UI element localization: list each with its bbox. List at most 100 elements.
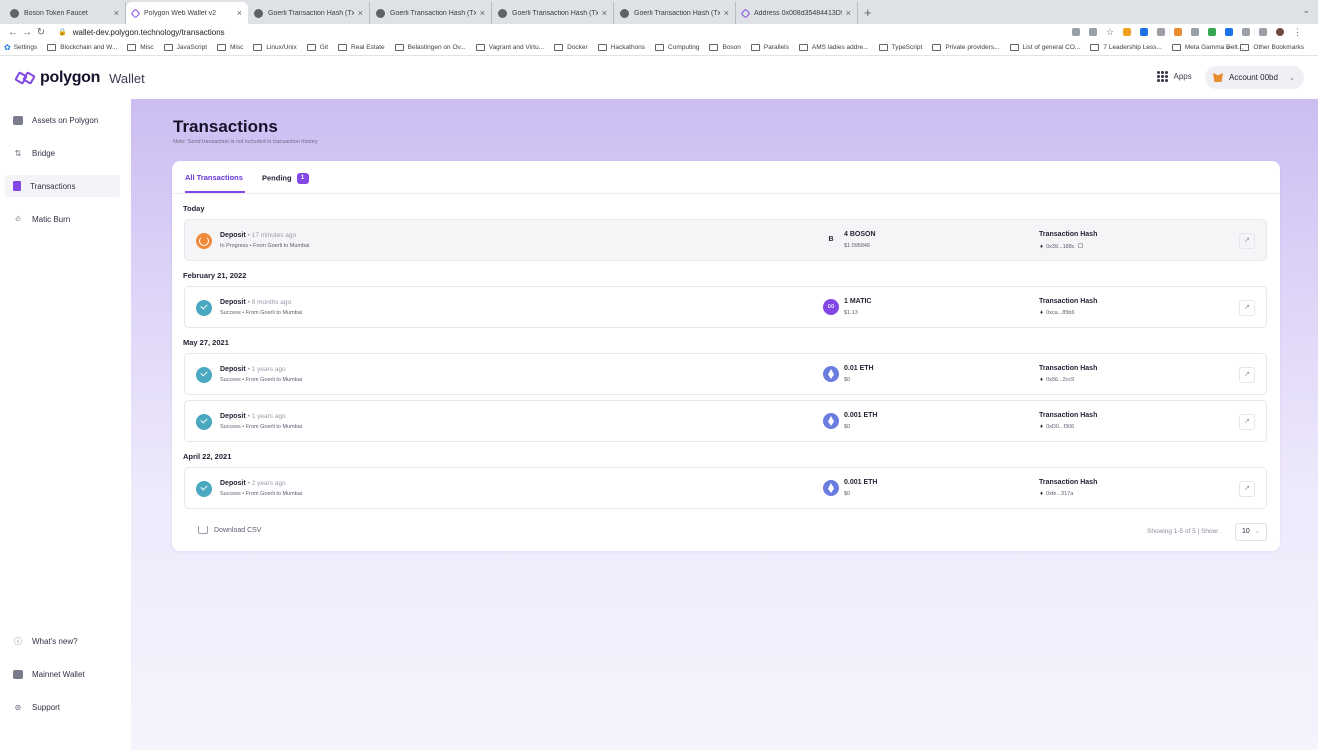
bookmark-item[interactable]: List of general CO... (1009, 44, 1080, 51)
transaction-row[interactable]: Deposit • 17 minutes ago In Progress • Fr… (184, 219, 1267, 261)
transaction-hash[interactable]: ♦ 0xfe...317a (1040, 491, 1073, 497)
browser-tab[interactable]: Goerli Transaction Hash (Txhas × (614, 2, 736, 24)
close-tab-icon[interactable]: × (237, 8, 242, 18)
bookmark-item[interactable]: Private providers... (932, 44, 1000, 51)
polygon-logo[interactable]: polygon Wallet (14, 69, 145, 87)
transaction-type: Deposit • 1 years ago (220, 366, 286, 373)
transaction-age: • 9 months ago (247, 299, 292, 306)
browser-tab[interactable]: Address 0x008d35484413D9 × (736, 2, 858, 24)
external-link-icon[interactable]: ↗ (1239, 414, 1255, 430)
close-tab-icon[interactable]: × (358, 8, 363, 18)
transaction-row[interactable]: Deposit • 2 years ago Success • From Goer… (184, 467, 1267, 509)
other-bookmarks[interactable]: Other Bookmarks (1240, 44, 1304, 51)
copy-icon[interactable] (1077, 243, 1083, 248)
external-link-icon[interactable]: ↗ (1239, 367, 1255, 383)
side-panel-icon[interactable] (1259, 28, 1267, 36)
browser-tab[interactable]: Goerli Transaction Hash (Txhas × (492, 2, 614, 24)
close-tab-icon[interactable]: × (602, 8, 607, 18)
bookmarks-more-button[interactable]: » (1227, 44, 1231, 51)
forward-icon[interactable]: → (20, 27, 34, 38)
close-tab-icon[interactable]: × (724, 8, 729, 18)
extension-icon[interactable] (1071, 28, 1080, 36)
bookmark-item[interactable]: Parallels (750, 44, 789, 51)
tab-favicon-icon (740, 8, 751, 18)
eth-token-icon (823, 413, 839, 429)
bookmark-item[interactable]: JavaScript (163, 44, 207, 51)
bookmark-item[interactable]: Docker (554, 44, 588, 51)
bookmark-item[interactable]: Git (306, 44, 328, 51)
browser-tab[interactable]: Goerli Transaction Hash (Txhas × (248, 2, 370, 24)
account-button[interactable]: Account 00bd ⌄ (1205, 66, 1304, 89)
extension-icon[interactable] (1157, 28, 1165, 36)
sidebar-item-what-s-new[interactable]: ⓘ What's new? (5, 630, 120, 652)
external-link-icon[interactable]: ↗ (1239, 481, 1255, 497)
menu-kebab-icon[interactable]: ⋮ (1293, 28, 1302, 37)
usd-value: $1.095846 (844, 243, 870, 249)
per-page-select[interactable]: 10 ⌄ (1235, 523, 1267, 541)
extension-icon[interactable] (1088, 28, 1097, 36)
bookmark-item[interactable]: Real Estate (338, 44, 385, 51)
bookmark-item[interactable]: Boson (709, 44, 741, 51)
browser-tab-title: Goerli Transaction Hash (Txhas (390, 9, 476, 17)
browser-tab[interactable]: Polygon Web Wallet v2 × (126, 2, 248, 24)
extension-icon[interactable] (1208, 28, 1216, 36)
transaction-row[interactable]: Deposit • 1 years ago Success • From Goer… (184, 353, 1267, 395)
transaction-status-text: In Progress • From Goerli to Mumbai (220, 243, 310, 249)
close-tab-icon[interactable]: × (114, 8, 119, 18)
bookmark-item[interactable]: Hackathons (597, 44, 645, 51)
close-tab-icon[interactable]: × (846, 8, 851, 18)
external-link-icon[interactable]: ↗ (1239, 300, 1255, 316)
close-tab-icon[interactable]: × (480, 8, 485, 18)
tab-search-icon[interactable]: ⌄ (1302, 5, 1310, 16)
bookmark-item[interactable]: Linux/Unix (253, 44, 297, 51)
sidebar-item-assets-on-polygon[interactable]: Assets on Polygon (5, 109, 120, 131)
extension-icon[interactable] (1123, 28, 1131, 36)
address-bar[interactable]: 🔒 wallet-dev.polygon.technology/transact… (58, 25, 1072, 39)
browser-tab[interactable]: Goerli Transaction Hash (Txhas × (370, 2, 492, 24)
bookmark-item[interactable]: Computing (655, 44, 699, 51)
transaction-hash[interactable]: ♦ 0xca...85b6 (1040, 310, 1075, 316)
apps-button[interactable]: Apps (1157, 71, 1192, 82)
sidebar-item-bridge[interactable]: ⇅ Bridge (5, 142, 120, 164)
tab-pending[interactable]: Pending 1 (262, 173, 309, 184)
transaction-hash[interactable]: ♦ 0x39...188c (1040, 243, 1083, 250)
sidebar-item-support[interactable]: ⊛ Support (5, 696, 120, 718)
bookmark-star-icon[interactable]: ☆ (1106, 28, 1114, 37)
browser-tab-title: Boson Token Faucet (24, 9, 88, 17)
download-csv-button[interactable]: Download CSV (198, 526, 261, 534)
bookmark-item[interactable]: ✿ Settings (4, 43, 37, 52)
extensions-puzzle-icon[interactable] (1242, 28, 1250, 36)
address-url[interactable]: wallet-dev.polygon.technology/transactio… (73, 28, 225, 37)
extension-icon[interactable] (1191, 28, 1199, 36)
sidebar-item-transactions[interactable]: Transactions (5, 175, 120, 197)
transaction-hash[interactable]: ♦ 0xD0...f306 (1040, 424, 1074, 430)
eth-token-icon (823, 366, 839, 382)
profile-avatar-icon[interactable] (1276, 28, 1284, 36)
extension-icon[interactable] (1225, 28, 1233, 36)
back-icon[interactable]: ← (6, 27, 20, 38)
tab-all-transactions[interactable]: All Transactions (185, 173, 245, 193)
new-tab-button[interactable]: + (864, 2, 872, 24)
transaction-row[interactable]: Deposit • 1 years ago Success • From Goer… (184, 400, 1267, 442)
extension-icon[interactable] (1140, 28, 1148, 36)
bookmark-item[interactable]: Blockchain and W... (47, 44, 117, 51)
bookmark-item[interactable]: Misc (127, 44, 154, 51)
bookmark-item[interactable]: TypeScript (878, 44, 922, 51)
folder-icon (47, 44, 57, 51)
bookmark-item[interactable]: Belastingen on Ov... (394, 44, 466, 51)
browser-tab[interactable]: Boson Token Faucet × (4, 2, 126, 24)
bookmark-item[interactable]: Misc (217, 44, 243, 51)
transaction-hash[interactable]: ♦ 0x56...2cc9 (1040, 377, 1074, 383)
transaction-row[interactable]: Deposit • 9 months ago Success • From Goe… (184, 286, 1267, 328)
transactions-card: All Transactions Pending 1 Today Deposit •… (172, 161, 1280, 551)
sidebar-item-mainnet-wallet[interactable]: Mainnet Wallet (5, 663, 120, 685)
metamask-extension-icon[interactable] (1174, 28, 1182, 36)
bookmark-item[interactable]: AMS ladies addre... (798, 44, 869, 51)
external-link-icon[interactable]: ↗ (1239, 233, 1255, 249)
browser-toolbar: ← → ↻ 🔒 wallet-dev.polygon.technology/tr… (0, 24, 1318, 40)
sidebar-item-matic-burn[interactable]: 🔥︎ Matic Burn (5, 208, 120, 230)
reload-icon[interactable]: ↻ (34, 27, 48, 38)
bookmark-item[interactable]: Vagrant and Virtu... (475, 44, 544, 51)
bookmark-item[interactable]: 7 Leadership Less... (1090, 44, 1162, 51)
wallet-icon (13, 115, 23, 125)
